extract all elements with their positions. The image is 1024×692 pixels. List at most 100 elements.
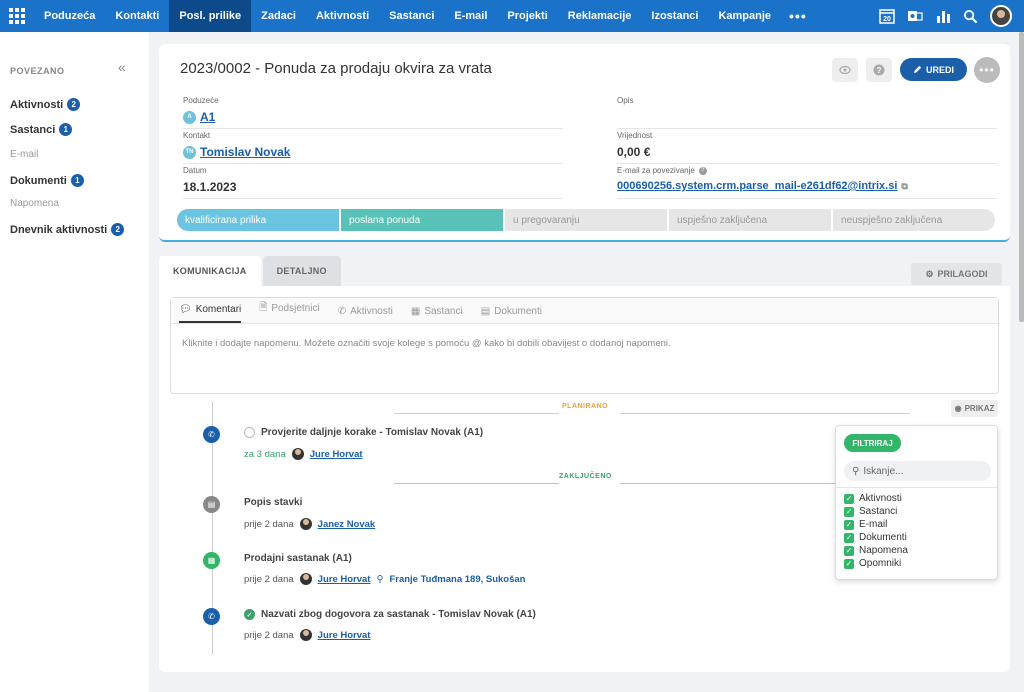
contact-link[interactable]: Tomislav Novak [200, 145, 290, 159]
sidebar-item-email[interactable]: E-mail [10, 149, 38, 160]
nav-projekti[interactable]: Projekti [497, 0, 557, 32]
customize-label: PRILAGODI [937, 269, 988, 279]
search-placeholder: Iskanje... [863, 465, 904, 477]
nav-email[interactable]: E-mail [444, 0, 497, 32]
sidebar-item-label: Sastanci [10, 123, 56, 136]
stage-kvalificirana[interactable]: kvalificirana prilika [177, 209, 339, 231]
checkbox-checked[interactable]: ✓ [844, 545, 854, 556]
checkbox-checked[interactable]: ✓ [844, 519, 854, 530]
nav-more-button[interactable]: ••• [781, 8, 815, 24]
nav-poduzeca[interactable]: Poduzeća [34, 0, 105, 32]
timeline-entry-meta: prije 2 dana Jure Horvat ⚲ Franje Tuđmana 1… [244, 573, 525, 585]
filter-option-label: E-mail [859, 519, 888, 530]
ctab-aktivnosti[interactable]: ✆ Aktivnosti [338, 306, 393, 323]
page-scrollbar[interactable] [1019, 32, 1024, 322]
apps-grid-icon[interactable] [0, 0, 34, 32]
ctab-sastanci[interactable]: ▦ Sastanci [411, 306, 463, 323]
help-button[interactable]: ? [866, 58, 892, 82]
tab-komunikacija[interactable]: KOMUNIKACIJA [159, 256, 261, 286]
filter-option-opomniki[interactable]: ✓ Opomniki [844, 558, 901, 569]
timeline-entry-title[interactable]: Provjerite daljnje korake - Tomislav Nov… [244, 427, 483, 438]
timeline-entry-title[interactable]: Popis stavki [244, 497, 302, 508]
filter-button[interactable]: FILTRIRAJ [844, 434, 901, 452]
section-tabs: KOMUNIKACIJA DETALJNO [159, 256, 341, 286]
stage-pregovaranje[interactable]: u pregovaranju [505, 209, 667, 231]
sidebar-item-sastanci[interactable]: Sastanci 1 [10, 123, 73, 136]
email-link[interactable]: 000690256.system.crm.parse_mail-e261df62… [617, 180, 897, 192]
nav-izostanci[interactable]: Izostanci [641, 0, 708, 32]
outlook-sync-icon[interactable] [907, 8, 923, 24]
checkbox-checked[interactable]: ✓ [844, 506, 854, 517]
planned-divider-right [620, 413, 910, 414]
sidebar-item-dokumenti[interactable]: Dokumenti 1 [10, 174, 84, 187]
watch-button[interactable] [832, 58, 858, 82]
checkbox-checked[interactable]: ✓ [844, 532, 854, 543]
copy-icon[interactable]: ⧉ [901, 181, 907, 192]
filter-option-aktivnosti[interactable]: ✓ Aktivnosti [844, 493, 902, 504]
more-options-button[interactable]: ••• [974, 57, 1000, 83]
top-navigation-bar: Poduzeća Kontakti Posl. prilike Zadaci A… [0, 0, 1024, 32]
search-icon[interactable] [963, 9, 978, 24]
filter-option-napomena[interactable]: ✓ Napomena [844, 545, 908, 556]
sidebar-item-napomena[interactable]: Napomena [10, 198, 59, 209]
nav-kampanje[interactable]: Kampanje [708, 0, 781, 32]
entry-user-link[interactable]: Jure Horvat [318, 630, 371, 641]
location-pin-icon: ⚲ [376, 573, 384, 585]
page-title: 2023/0002 - Ponuda za prodaju okvira za … [180, 60, 492, 77]
task-status-circle[interactable] [244, 427, 255, 438]
ctab-podsjetnici[interactable]: 🗎︎ Podsjetnici [259, 300, 319, 323]
calendar-icon[interactable]: 20 [879, 8, 895, 24]
date-field: Datum 18.1.2023 [183, 166, 563, 199]
view-button[interactable]: ◉ PRIKAZ [951, 400, 998, 417]
nav-reklamacije[interactable]: Reklamacije [558, 0, 642, 32]
entry-user-link[interactable]: Jure Horvat [310, 449, 363, 460]
nav-sastanci[interactable]: Sastanci [379, 0, 444, 32]
filter-option-label: Opomniki [859, 558, 902, 569]
stage-neuspjesno[interactable]: neuspješno zaključena [833, 209, 995, 231]
sidebar-item-aktivnosti[interactable]: Aktivnosti 2 [10, 98, 81, 111]
nav-posl-prilike[interactable]: Posl. prilike [169, 0, 252, 32]
user-avatar[interactable] [990, 5, 1012, 27]
nav-zadaci[interactable]: Zadaci [251, 0, 306, 32]
entry-location: Franje Tuđmana 189, Sukošan [389, 573, 526, 585]
sidebar-item-label: Dnevnik aktivnosti [10, 223, 108, 236]
filter-option-dokumenti[interactable]: ✓ Dokumenti [844, 532, 907, 543]
sidebar-item-dnevnik[interactable]: Dnevnik aktivnosti 2 [10, 223, 125, 236]
timeline-entry-title[interactable]: Prodajni sastanak (A1) [244, 553, 352, 564]
filter-dropdown: FILTRIRAJ ⚲ Iskanje... ✓ Aktivnosti ✓ Sasta… [835, 425, 998, 580]
collapse-sidebar-icon[interactable]: « [118, 59, 126, 75]
ctab-label: Podsjetnici [271, 303, 320, 314]
check-icon[interactable]: ✓ [244, 609, 255, 620]
sidebar-item-label: E-mail [10, 149, 39, 160]
company-field: Poduzeće A A1 [183, 96, 563, 129]
stage-uspjesno[interactable]: uspješno zaključena [669, 209, 831, 231]
ctab-dokumenti[interactable]: ▤ Dokumenti [481, 306, 542, 323]
tab-detaljno[interactable]: DETALJNO [262, 256, 341, 286]
filter-option-label: Aktivnosti [859, 493, 902, 504]
reports-chart-icon[interactable] [935, 8, 951, 24]
nav-aktivnosti[interactable]: Aktivnosti [306, 0, 379, 32]
filter-option-label: Napomena [859, 545, 908, 556]
customize-button[interactable]: ⚙ PRILAGODI [911, 263, 1002, 285]
entry-user-link[interactable]: Jure Horvat [318, 574, 371, 585]
company-link[interactable]: A1 [200, 110, 215, 124]
help-icon[interactable]: ? [698, 166, 707, 175]
related-sidebar: POVEZANO « Aktivnosti 2 Sastanci 1 E-mail … [0, 32, 149, 692]
ctab-label: Aktivnosti [350, 306, 393, 317]
entry-title-text: Prodajni sastanak (A1) [244, 553, 352, 564]
sidebar-item-label: Aktivnosti [10, 98, 64, 111]
entry-user-link[interactable]: Janez Novak [318, 519, 376, 530]
stage-poslana[interactable]: poslana ponuda [341, 209, 503, 231]
timeline-entry-title[interactable]: ✓ Nazvati zbog dogovora za sastanak - Tom… [244, 609, 536, 620]
filter-option-sastanci[interactable]: ✓ Sastanci [844, 506, 897, 517]
filter-search-input[interactable]: ⚲ Iskanje... [844, 461, 991, 481]
nav-kontakti[interactable]: Kontakti [105, 0, 169, 32]
filter-option-email[interactable]: ✓ E-mail [844, 519, 887, 530]
edit-button[interactable]: UREDI [900, 58, 967, 81]
checkbox-checked[interactable]: ✓ [844, 558, 854, 569]
checkbox-checked[interactable]: ✓ [844, 493, 854, 504]
contact-field: Kontakt TN Tomislav Novak [183, 131, 563, 164]
note-input[interactable]: Kliknite i dodajte napomenu. Možete ozna… [182, 338, 671, 349]
ctab-komentari[interactable]: 💬︎ Komentari [179, 304, 242, 323]
filter-option-label: Dokumenti [859, 532, 907, 543]
